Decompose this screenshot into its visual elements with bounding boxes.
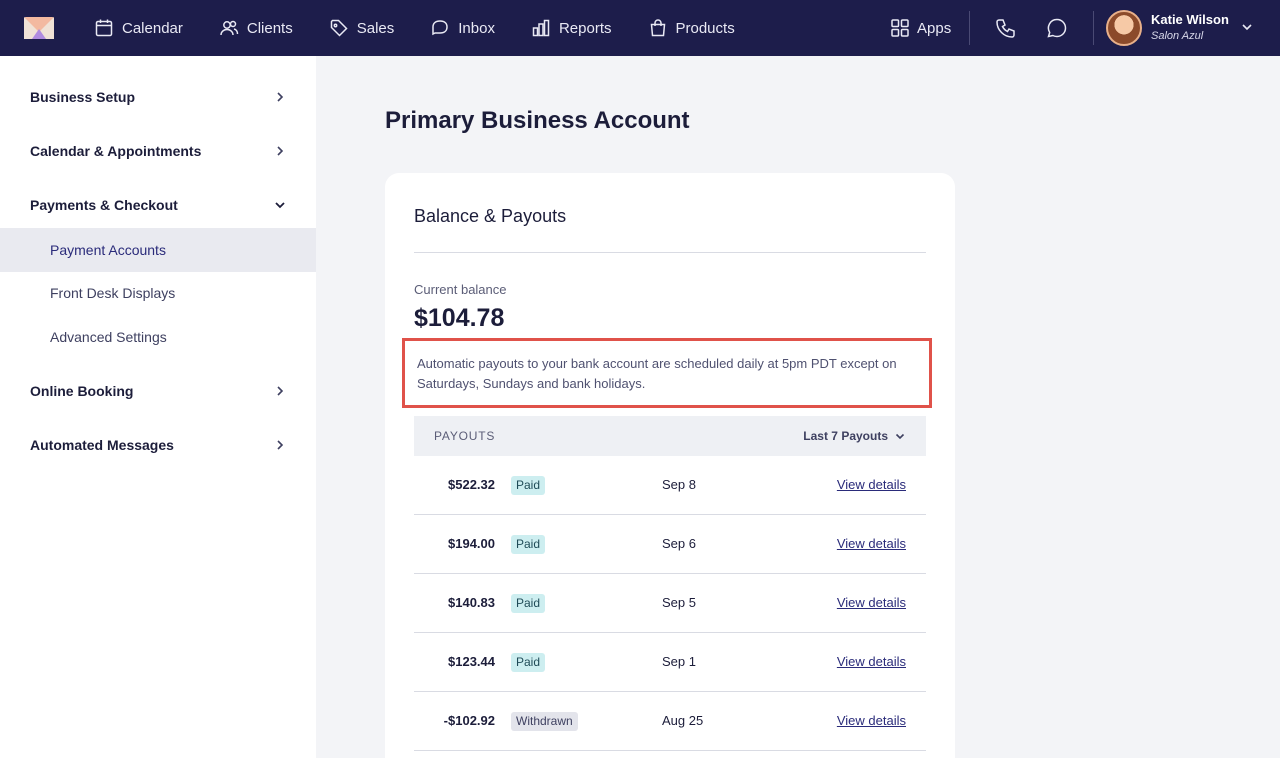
view-details-link[interactable]: View details	[837, 477, 906, 492]
avatar[interactable]	[1106, 10, 1142, 46]
sidebar-group-calendar-appointments[interactable]: Calendar & Appointments	[0, 129, 316, 173]
users-icon	[220, 20, 239, 36]
chevron-down-icon	[895, 433, 905, 440]
nav-calendar-label: Calendar	[122, 19, 183, 37]
tag-icon	[330, 19, 348, 37]
calendar-icon	[95, 19, 113, 37]
payouts-table-header: PAYOUTS Last 7 Payouts	[414, 416, 926, 456]
nav-clients-label: Clients	[246, 19, 293, 37]
chat-bubble-icon[interactable]	[1046, 17, 1068, 39]
payout-date: Sep 1	[662, 654, 696, 669]
status-badge: Paid	[511, 476, 546, 495]
nav-divider	[969, 11, 970, 45]
payout-date: Sep 6	[662, 536, 696, 551]
balance-value: $104.78	[414, 304, 505, 332]
table-row: $194.00 Paid Sep 6 View details	[414, 515, 926, 574]
table-row: $140.83 Paid Sep 5 View details	[414, 574, 926, 633]
table-row: -$102.92 Withdrawn Aug 25 View details	[414, 692, 926, 751]
nav-reports[interactable]: Reports	[531, 0, 612, 56]
payouts-filter-dropdown[interactable]: Last 7 Payouts	[803, 429, 906, 443]
payout-amount: -$102.92	[443, 713, 495, 728]
nav-clients[interactable]: Clients	[219, 0, 293, 56]
nav-products[interactable]: Products	[648, 0, 735, 56]
payouts-header-label: PAYOUTS	[434, 429, 496, 443]
apps-label: Apps	[917, 19, 952, 37]
chevron-right-icon	[277, 92, 284, 102]
payout-amount: $522.32	[448, 477, 495, 492]
table-row: $522.32 Paid Sep 8 View details	[414, 456, 926, 515]
bar-chart-icon	[532, 19, 550, 37]
view-details-link[interactable]: View details	[837, 713, 906, 728]
status-badge: Paid	[511, 653, 546, 672]
card-title: Balance & Payouts	[414, 206, 567, 226]
chevron-right-icon	[277, 146, 284, 156]
payouts-filter-label: Last 7 Payouts	[803, 429, 888, 443]
status-badge: Withdrawn	[511, 712, 578, 731]
sidebar-group-label: Automated Messages	[30, 437, 174, 453]
status-badge: Paid	[511, 535, 546, 554]
sidebar-group-automated-messages[interactable]: Automated Messages	[0, 423, 316, 467]
sidebar-item-front-desk-displays[interactable]: Front Desk Displays	[0, 271, 316, 315]
user-name: Katie Wilson	[1151, 12, 1229, 27]
nav-inbox[interactable]: Inbox	[430, 0, 495, 56]
nav-products-label: Products	[675, 19, 735, 37]
sidebar-group-payments-checkout[interactable]: Payments & Checkout	[0, 183, 316, 227]
phone-icon[interactable]	[995, 17, 1017, 39]
payout-date: Sep 5	[662, 595, 696, 610]
user-salon: Salon Azul	[1151, 30, 1204, 42]
view-details-link[interactable]: View details	[837, 595, 906, 610]
payout-date: Sep 8	[662, 477, 696, 492]
sidebar-item-payment-accounts[interactable]: Payment Accounts	[0, 228, 316, 272]
nav-divider	[1093, 11, 1094, 45]
mangomint-logo[interactable]	[24, 17, 54, 39]
top-nav-bar: Calendar Clients Sales Inbox Reports Pro…	[0, 0, 1280, 56]
payout-date: Aug 25	[662, 713, 704, 728]
sidebar-item-label: Payment Accounts	[50, 242, 166, 258]
sidebar-group-label: Business Setup	[30, 89, 136, 105]
sidebar-group-business-setup[interactable]: Business Setup	[0, 75, 316, 119]
apps-button[interactable]: Apps	[890, 0, 951, 56]
sidebar-group-label: Online Booking	[30, 383, 134, 399]
nav-inbox-label: Inbox	[458, 19, 495, 37]
payout-schedule-notice: Automatic payouts to your bank account a…	[402, 338, 932, 408]
payout-amount: $194.00	[448, 536, 495, 551]
inbox-icon	[432, 20, 449, 36]
chevron-down-icon	[275, 202, 285, 209]
nav-calendar[interactable]: Calendar	[94, 0, 183, 56]
chevron-down-icon[interactable]	[1240, 20, 1254, 34]
nav-sales[interactable]: Sales	[329, 0, 395, 56]
page-title: Primary Business Account	[385, 107, 690, 134]
nav-sales-label: Sales	[356, 19, 395, 37]
sidebar-group-online-booking[interactable]: Online Booking	[0, 369, 316, 413]
main-nav: Calendar Clients Sales Inbox Reports Pro…	[94, 0, 771, 56]
chevron-right-icon	[277, 440, 284, 450]
sidebar-item-label: Front Desk Displays	[50, 285, 176, 301]
view-details-link[interactable]: View details	[837, 536, 906, 551]
payout-amount: $123.44	[448, 654, 495, 669]
balance-payouts-card: Balance & Payouts Current balance $104.7…	[385, 173, 955, 758]
settings-sidebar: Business Setup Calendar & Appointments P…	[0, 56, 316, 758]
view-details-link[interactable]: View details	[837, 654, 906, 669]
sidebar-item-advanced-settings[interactable]: Advanced Settings	[0, 315, 316, 359]
nav-reports-label: Reports	[558, 19, 612, 37]
shopping-bag-icon	[650, 19, 665, 37]
payout-amount: $140.83	[448, 595, 495, 610]
balance-label: Current balance	[414, 282, 507, 297]
sidebar-item-label: Advanced Settings	[50, 329, 167, 345]
sidebar-group-label: Calendar & Appointments	[30, 143, 202, 159]
status-badge: Paid	[511, 594, 546, 613]
table-row: $123.44 Paid Sep 1 View details	[414, 633, 926, 692]
sidebar-group-label: Payments & Checkout	[30, 197, 178, 213]
grid-icon	[891, 19, 909, 37]
chevron-right-icon	[277, 386, 284, 396]
divider	[414, 252, 926, 253]
